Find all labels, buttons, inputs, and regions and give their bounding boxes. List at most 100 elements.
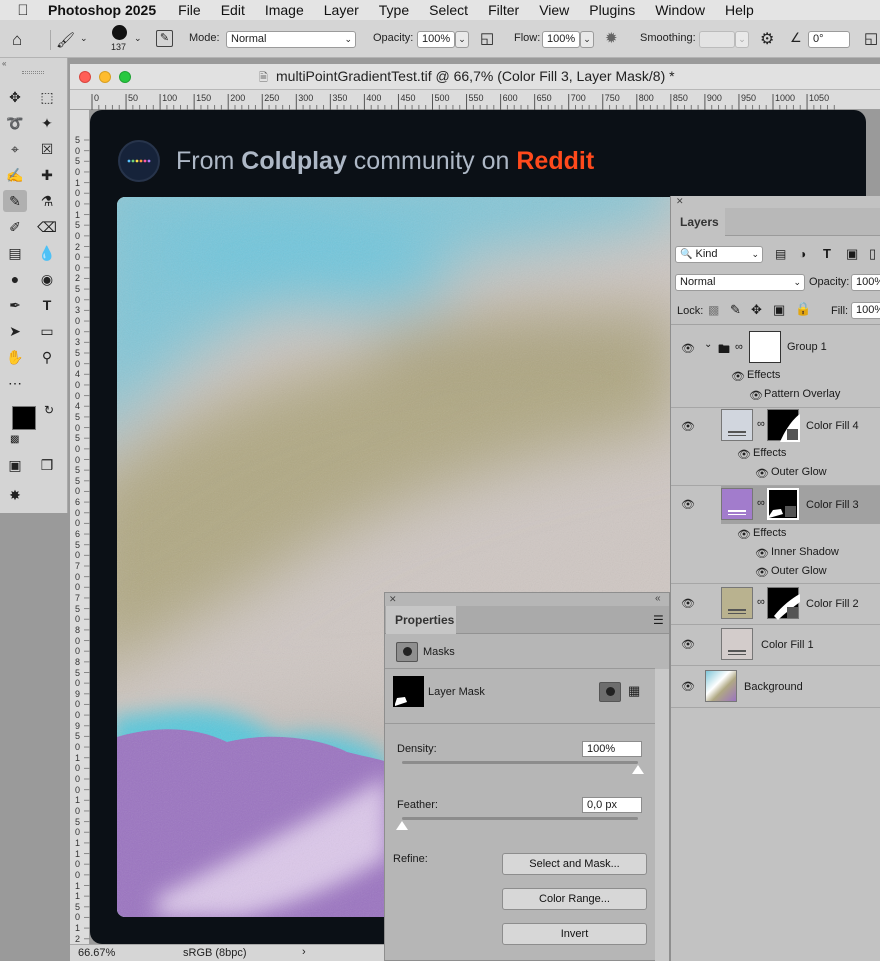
layer-row-background[interactable]: 👁 Background	[671, 666, 880, 708]
scrollbar[interactable]	[655, 669, 669, 961]
layer-filter-kind[interactable]: 🔍 Kind ⌄	[675, 246, 763, 263]
layer-opacity-input[interactable]: 100%	[851, 274, 880, 291]
eye-icon[interactable]: 👁	[755, 467, 769, 480]
swap-colors-icon[interactable]: ↻	[44, 403, 54, 417]
menu-edit[interactable]: Edit	[211, 0, 255, 20]
effect-outer-glow[interactable]: Outer Glow	[771, 565, 827, 577]
filter-pixel-icon[interactable]: ▤	[775, 247, 786, 261]
crop-tool-icon[interactable]: ⌖	[3, 138, 27, 160]
rectangle-tool-icon[interactable]: ▭	[35, 320, 59, 342]
flow-dropdown[interactable]: ⌄	[580, 31, 594, 48]
flow-input[interactable]: 100%	[542, 31, 580, 48]
pressure-opacity-icon[interactable]: ◱	[480, 29, 494, 47]
effect-outer-glow[interactable]: Outer Glow	[771, 466, 827, 478]
close-icon[interactable]: ✕	[389, 594, 397, 605]
lock-transparency-icon[interactable]: ▩	[708, 303, 719, 317]
menu-file[interactable]: File	[168, 0, 211, 20]
filter-adjustment-icon[interactable]: ◑	[799, 247, 806, 261]
eye-icon[interactable]: 👁	[681, 597, 695, 610]
eye-icon[interactable]: 👁	[681, 342, 695, 355]
history-brush-tool-icon[interactable]: ✐	[3, 216, 27, 238]
menu-icon[interactable]: ☰	[653, 613, 664, 627]
eye-icon[interactable]: 👁	[681, 680, 695, 693]
chevron-down-icon[interactable]: ⌄	[134, 33, 142, 44]
menu-layer[interactable]: Layer	[314, 0, 369, 20]
opacity-dropdown[interactable]: ⌄	[455, 31, 469, 48]
link-icon[interactable]: ∞	[757, 418, 765, 430]
fill-thumbnail[interactable]	[721, 488, 753, 520]
quick-mask-icon[interactable]: ▣	[3, 454, 27, 476]
menu-type[interactable]: Type	[369, 0, 419, 20]
eye-icon[interactable]: 👁	[737, 448, 751, 461]
collapse-icon[interactable]: «	[2, 59, 6, 68]
pen-tool-icon[interactable]: ✒	[3, 294, 27, 316]
select-pixel-mask-button[interactable]	[599, 682, 621, 702]
foreground-color-swatch[interactable]	[12, 406, 36, 430]
menu-help[interactable]: Help	[715, 0, 764, 20]
brush-settings-icon[interactable]: ✎	[156, 30, 173, 47]
sponge-tool-icon[interactable]: ◉	[35, 268, 59, 290]
brush-preview-icon[interactable]	[112, 25, 127, 40]
menu-window[interactable]: Window	[645, 0, 715, 20]
mask-thumbnail[interactable]	[767, 587, 800, 620]
menu-view[interactable]: View	[529, 0, 579, 20]
filter-smart-object-icon[interactable]: ▯	[869, 246, 876, 262]
layer-row-color-fill-3[interactable]: 👁 ∞ Color Fill 3 👁 Effects 👁 Inner Shado…	[671, 486, 880, 584]
eye-icon[interactable]: 👁	[731, 370, 745, 383]
zoom-tool-icon[interactable]: ⚲	[35, 346, 59, 368]
feather-input[interactable]: 0,0 px	[582, 797, 642, 813]
minimize-window-button[interactable]	[99, 71, 111, 83]
filter-type-icon[interactable]: T	[823, 246, 831, 261]
density-input[interactable]: 100%	[582, 741, 642, 757]
smoothing-input[interactable]	[699, 31, 735, 48]
mode-select[interactable]: Normal ⌄	[226, 31, 356, 48]
frame-tool-icon[interactable]: ☒	[35, 138, 59, 160]
layer-row-color-fill-2[interactable]: 👁 ∞ Color Fill 2	[671, 584, 880, 625]
tab-properties[interactable]: Properties	[386, 606, 456, 634]
clone-stamp-tool-icon[interactable]: ⚗	[35, 190, 59, 212]
menu-plugins[interactable]: Plugins	[579, 0, 645, 20]
screen-mode-icon[interactable]: ❒	[35, 454, 59, 476]
eye-icon[interactable]: 👁	[755, 566, 769, 579]
chevron-down-icon[interactable]: ⌄	[704, 339, 712, 350]
layer-blend-mode[interactable]: Normal ⌄	[675, 274, 805, 291]
ruler-horizontal[interactable]: 0 50 100 150 200 250 300 350 400 450 500 550 600 650 7…	[70, 90, 880, 110]
home-icon[interactable]: ⌂	[12, 30, 22, 50]
lock-position-icon[interactable]: ✥	[751, 302, 762, 318]
effect-pattern-overlay[interactable]: Pattern Overlay	[764, 388, 840, 400]
link-icon[interactable]: ∞	[757, 596, 765, 608]
filter-shape-icon[interactable]: ▣	[846, 246, 858, 262]
pressure-size-icon[interactable]: ◱	[864, 29, 878, 47]
eye-icon[interactable]: 👁	[749, 389, 763, 402]
eye-icon[interactable]: 👁	[681, 498, 695, 511]
add-vector-mask-icon[interactable]: ▦	[628, 683, 640, 699]
fill-thumbnail[interactable]	[721, 409, 753, 441]
path-selection-tool-icon[interactable]: ➤	[3, 320, 27, 342]
zoom-window-button[interactable]	[119, 71, 131, 83]
generative-fill-icon[interactable]: ✸	[3, 484, 27, 506]
eraser-tool-icon[interactable]: ⌫	[35, 216, 59, 238]
smoothing-dropdown[interactable]: ⌄	[735, 31, 749, 48]
fill-thumbnail[interactable]	[721, 628, 753, 660]
eyedropper-tool-icon[interactable]: ✍	[3, 164, 27, 186]
menu-image[interactable]: Image	[255, 0, 314, 20]
move-tool-icon[interactable]: ✥	[3, 86, 27, 108]
marquee-tool-icon[interactable]: ⬚	[35, 86, 59, 108]
link-icon[interactable]: ∞	[757, 497, 765, 509]
dodge-tool-icon[interactable]: ●	[3, 268, 27, 290]
lock-all-icon[interactable]: 🔒	[795, 301, 811, 317]
invert-button[interactable]: Invert	[502, 923, 647, 945]
collapse-icon[interactable]: «	[655, 593, 661, 604]
airbrush-icon[interactable]: ✹	[605, 29, 618, 47]
link-icon[interactable]: ∞	[735, 341, 743, 353]
layer-mask-thumbnail[interactable]	[393, 676, 424, 707]
feather-slider[interactable]	[402, 817, 638, 820]
lock-image-icon[interactable]: ✎	[730, 302, 741, 318]
gear-icon[interactable]: ⚙	[760, 29, 774, 49]
fill-thumbnail[interactable]	[721, 587, 753, 619]
magic-wand-tool-icon[interactable]: ✦	[35, 112, 59, 134]
density-slider[interactable]	[402, 761, 638, 764]
layer-row-color-fill-4[interactable]: 👁 ∞ Color Fill 4 👁 Effects 👁 Outer Glow	[671, 408, 880, 486]
gradient-tool-icon[interactable]: ▤	[3, 242, 27, 264]
menu-filter[interactable]: Filter	[478, 0, 529, 20]
